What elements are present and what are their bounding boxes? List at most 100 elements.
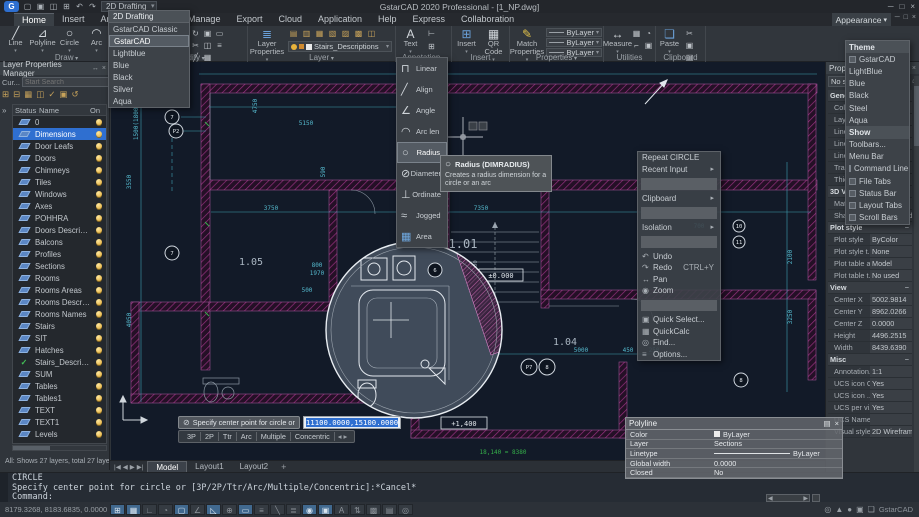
context-menu-item[interactable]: ◎ Find...	[638, 337, 720, 349]
status-toggle-icon[interactable]: ⊕	[222, 504, 237, 515]
modify-tool-icon[interactable]: ✂	[190, 40, 201, 51]
layer-status-icon[interactable]	[13, 287, 35, 293]
workspace-menu-item[interactable]: Blue	[109, 59, 189, 71]
quick-access-icon[interactable]: ↶	[74, 2, 85, 11]
quick-property-row[interactable]: Linetype ByLayer	[626, 449, 842, 459]
layer-status-icon[interactable]	[13, 179, 35, 185]
filter-expand-chevron[interactable]: »	[2, 106, 6, 115]
layer-name[interactable]: Levels	[35, 430, 91, 439]
layer-status-icon[interactable]	[13, 419, 35, 425]
appearance-menu-item[interactable]: Menu Bar	[846, 151, 909, 163]
layer-on-bulb-icon[interactable]	[91, 419, 106, 425]
quick-property-value[interactable]: ByLayer	[714, 430, 842, 439]
layer-row[interactable]: POHHRA	[13, 212, 106, 224]
layer-tool-icon[interactable]: ▧	[327, 28, 338, 39]
quick-access-icon[interactable]: ▣	[35, 2, 46, 11]
status-toggle-icon[interactable]: ▦	[126, 504, 141, 515]
layer-name[interactable]: Tables	[35, 382, 91, 391]
property-row[interactable]: View	[828, 282, 912, 294]
property-value[interactable]: ByColor	[870, 234, 912, 245]
layer-name[interactable]: Chimneys	[35, 166, 91, 175]
modify-tool-icon[interactable]: ≡	[214, 40, 225, 51]
draw-tool-button[interactable]: ⊿ Polyline	[29, 26, 56, 55]
layer-name[interactable]: Rooms Names	[35, 310, 91, 319]
dimension-menu-item[interactable]: ∠ Angle	[397, 100, 447, 121]
layer-status-icon[interactable]	[13, 227, 35, 233]
status-toggle-icon[interactable]: ⊞	[110, 504, 125, 515]
layer-on-bulb-icon[interactable]	[91, 359, 106, 365]
context-menu-item[interactable]: Clipboard	[638, 193, 720, 205]
layer-status-icon[interactable]	[13, 358, 35, 367]
quick-property-value[interactable]: Sections	[714, 439, 842, 448]
layout-nav-button[interactable]: ▶	[130, 463, 135, 471]
ribbon-tab[interactable]: Help	[370, 13, 405, 26]
layer-tool-icon[interactable]: ▤	[288, 28, 299, 39]
layer-name[interactable]: Rooms Descript...	[35, 298, 91, 307]
layer-panel-label[interactable]: Layer	[248, 53, 395, 62]
utility-tool-icon[interactable]: ◔	[643, 28, 654, 39]
properties-panel-label[interactable]: Properties	[510, 53, 603, 62]
status-toggle-icon[interactable]: A	[334, 504, 349, 515]
ribbon-tab[interactable]: Application	[310, 13, 370, 26]
layer-on-bulb-icon[interactable]	[91, 311, 106, 317]
context-menu-item[interactable]	[641, 300, 717, 312]
workspace-menu-item[interactable]: Black	[109, 71, 189, 83]
property-value[interactable]: Model	[870, 258, 912, 269]
layer-name[interactable]: Doors	[35, 154, 91, 163]
appearance-menu-item[interactable]: Black	[846, 90, 909, 102]
layer-on-bulb-icon[interactable]	[91, 431, 106, 437]
property-row[interactable]: Width 8439.6390	[828, 342, 912, 354]
layer-name[interactable]: Dimensions	[35, 130, 91, 139]
layer-row[interactable]: Tiles	[13, 176, 106, 188]
command-option[interactable]: Concentric	[291, 432, 335, 441]
layer-name[interactable]: Axes	[35, 202, 91, 211]
mdi-window-buttons[interactable]: ─□×	[895, 14, 916, 21]
insert-button[interactable]: ⊞ Insert	[453, 27, 480, 56]
property-row[interactable]: Plot style t... None	[828, 246, 912, 258]
layer-status-icon[interactable]	[13, 299, 35, 305]
layer-status-icon[interactable]	[13, 383, 35, 389]
utility-tool-icon[interactable]: ▦	[631, 28, 642, 39]
annotation-tool-icon[interactable]: ⊞	[426, 41, 437, 52]
measure-button[interactable]: ↔ Measure	[604, 27, 631, 56]
property-row[interactable]: Center Z 0.0000	[828, 318, 912, 330]
layer-status-icon[interactable]	[13, 323, 35, 329]
quick-access-icon[interactable]: ▢	[22, 2, 33, 11]
layer-status-icon[interactable]	[13, 275, 35, 281]
layer-row[interactable]: Levels	[13, 428, 106, 440]
panel-header-icon[interactable]: ×	[912, 65, 916, 72]
context-menu-item[interactable]: ◉ Zoom	[638, 285, 720, 297]
status-toggle-icon[interactable]: ▤	[382, 504, 397, 515]
layer-row[interactable]: Doors Descripti...	[13, 224, 106, 236]
layout-nav-button[interactable]: |◀	[114, 463, 121, 471]
layer-on-bulb-icon[interactable]	[91, 371, 106, 377]
properties-scrollbar[interactable]	[914, 76, 919, 502]
popup-header-icon[interactable]: ▤	[824, 419, 831, 428]
appearance-menu-item[interactable]: Command Line	[846, 163, 909, 175]
command-option[interactable]: 3P	[183, 432, 201, 441]
status-toggle-icon[interactable]: ≡	[254, 504, 269, 515]
layer-on-bulb-icon[interactable]	[91, 167, 106, 173]
ribbon-tab[interactable]: Collaboration	[453, 13, 522, 26]
draw-tool-button[interactable]: ╱ Line	[2, 26, 29, 55]
layer-row[interactable]: TEXT1	[13, 416, 106, 428]
property-value[interactable]: 8439.6390	[870, 342, 912, 353]
status-toggle-icon[interactable]: ∟	[142, 504, 157, 515]
window-button[interactable]: □	[899, 2, 904, 11]
layer-status-icon[interactable]	[13, 407, 35, 413]
layer-status-icon[interactable]	[13, 191, 35, 197]
layer-status-icon[interactable]	[13, 203, 35, 209]
property-row[interactable]: Center X 5002.9814	[828, 294, 912, 306]
layer-on-bulb-icon[interactable]	[91, 215, 106, 221]
layer-on-bulb-icon[interactable]	[91, 143, 106, 149]
layer-name[interactable]: Sections	[35, 262, 91, 271]
ribbon-tab[interactable]: Home	[14, 13, 54, 26]
status-toggle-icon[interactable]: ◉	[302, 504, 317, 515]
layer-status-icon[interactable]	[13, 251, 35, 257]
layer-status-icon[interactable]	[13, 215, 35, 221]
modify-tool-icon[interactable]: ◫	[202, 40, 213, 51]
layer-name[interactable]: Door Leafs	[35, 142, 91, 151]
layer-row[interactable]: Chimneys	[13, 164, 106, 176]
command-option[interactable]: Arc	[237, 432, 257, 441]
status-toggle-icon[interactable]: ▢	[174, 504, 189, 515]
